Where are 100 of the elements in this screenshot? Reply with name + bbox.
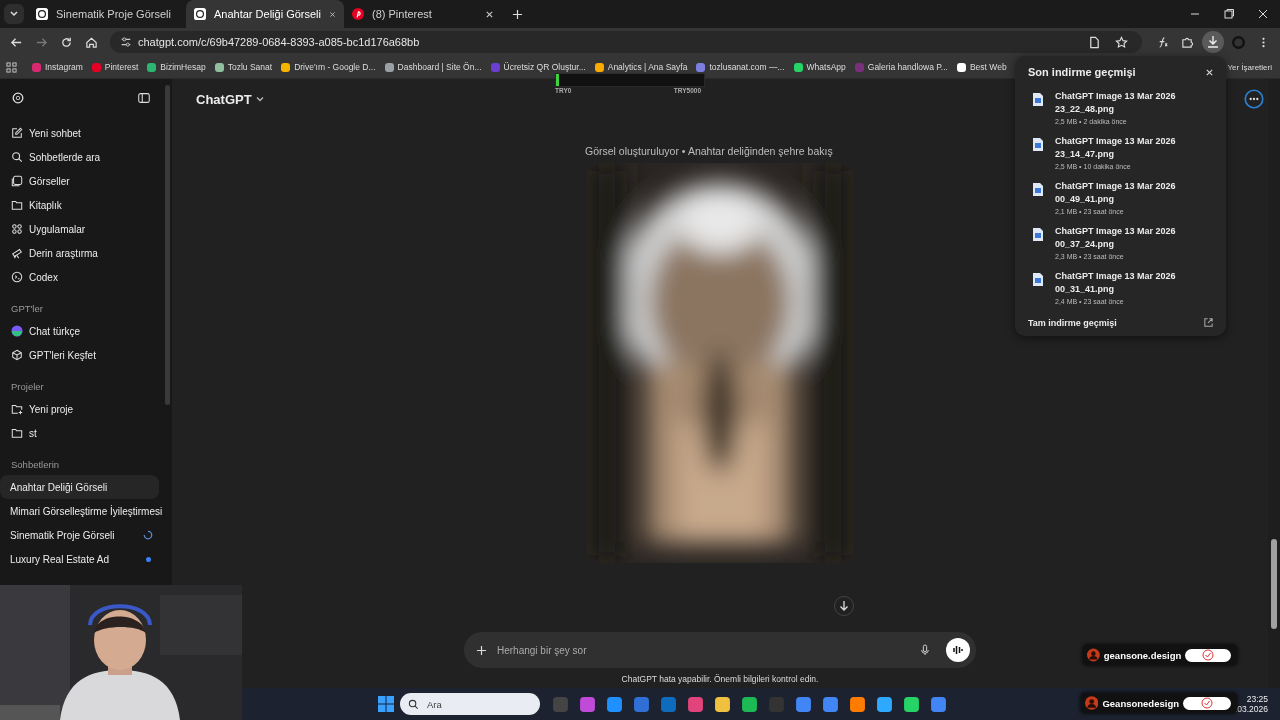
scrollbar-thumb[interactable] bbox=[1271, 539, 1277, 629]
home-icon[interactable] bbox=[85, 35, 98, 49]
apps-icon bbox=[11, 223, 23, 235]
taskbar-app-icon[interactable] bbox=[794, 695, 812, 713]
chatgpt-logo-icon[interactable] bbox=[11, 91, 25, 105]
sidebar-item[interactable]: st bbox=[0, 421, 165, 445]
clock-time: 23:25 bbox=[1246, 693, 1268, 704]
unread-dot-icon bbox=[146, 556, 151, 562]
sidebar-item[interactable]: Codex bbox=[0, 265, 165, 289]
open-external-icon[interactable] bbox=[1203, 317, 1214, 328]
full-history-link[interactable]: Tam indirme geçmişi bbox=[1028, 317, 1117, 328]
apps-grid-icon[interactable] bbox=[6, 61, 17, 73]
image-file-icon bbox=[1033, 93, 1043, 106]
taskbar-app-icon[interactable] bbox=[902, 695, 920, 713]
caret-icon bbox=[254, 94, 265, 104]
message-input[interactable]: Herhangi bir şey sor bbox=[495, 643, 912, 657]
search-bar[interactable]: Ara bbox=[399, 693, 540, 715]
sidebar-item[interactable]: Uygulamalar bbox=[0, 217, 165, 241]
sidebar-item[interactable]: Yeni sohbet bbox=[0, 121, 165, 145]
taskbar-app-icon[interactable] bbox=[875, 695, 893, 713]
close-icon[interactable] bbox=[1205, 67, 1214, 77]
telescope-icon bbox=[11, 247, 23, 259]
bookmark[interactable]: Galeria handlowa P... bbox=[854, 62, 948, 72]
sidebar-item[interactable]: Yeni proje bbox=[0, 397, 165, 421]
new-tab-icon[interactable] bbox=[512, 8, 523, 20]
download-item-link[interactable]: ChatGPT Image 13 Mar 2026 00_31_41.png bbox=[1055, 270, 1180, 296]
windows-start-icon[interactable] bbox=[377, 696, 394, 712]
all-bookmarks-link[interactable]: Yer İşaretleri bbox=[1227, 62, 1274, 72]
sidebar-toggle-icon[interactable] bbox=[137, 91, 151, 105]
more-options-icon[interactable] bbox=[1244, 89, 1264, 109]
restore-icon[interactable] bbox=[1223, 8, 1235, 20]
scroll-down-icon[interactable] bbox=[834, 596, 854, 616]
explore-icon bbox=[11, 349, 23, 361]
clock-date: .03.2026 bbox=[1234, 704, 1268, 715]
model-selector[interactable]: ChatGPT bbox=[196, 91, 265, 107]
bookmark[interactable]: Best Web bbox=[956, 62, 1007, 72]
bookmark[interactable]: WhatsApp bbox=[793, 62, 846, 72]
voice-mode-icon[interactable] bbox=[946, 638, 970, 662]
close-icon[interactable] bbox=[329, 9, 336, 19]
bookmark[interactable]: tozlusanat.com —... bbox=[696, 62, 785, 72]
folder-icon bbox=[11, 427, 23, 439]
download-icon[interactable] bbox=[1202, 31, 1224, 53]
sidebar-item[interactable]: Sohbetlerde ara bbox=[0, 145, 165, 169]
sidebar-item[interactable]: Kitaplık bbox=[0, 193, 165, 217]
image-file-icon bbox=[1033, 228, 1043, 241]
microphone-icon[interactable] bbox=[920, 644, 930, 656]
avatar-icon bbox=[1087, 648, 1100, 662]
bookmark[interactable]: BizimHesap bbox=[147, 62, 206, 72]
close-icon[interactable] bbox=[1257, 8, 1269, 20]
search-icon bbox=[407, 698, 419, 710]
download-item-link[interactable]: ChatGPT Image 13 Mar 2026 23_14_47.png bbox=[1055, 135, 1180, 161]
download-item-link[interactable]: ChatGPT Image 13 Mar 2026 23_22_48.png bbox=[1055, 90, 1180, 116]
site-settings-icon[interactable] bbox=[120, 36, 132, 48]
bookmark[interactable]: Pinterest bbox=[91, 62, 139, 72]
star-icon[interactable] bbox=[1115, 35, 1128, 49]
disclaimer-text: ChatGPT hata yapabilir. Önemli bilgileri kontrol edin. bbox=[621, 674, 819, 684]
images-icon bbox=[11, 175, 23, 187]
tab-list-button[interactable] bbox=[4, 4, 24, 24]
bookmark[interactable]: Analytics | Ana Sayfa bbox=[594, 62, 688, 72]
streamer-badge: geansone.design bbox=[1083, 645, 1237, 665]
sidebar-item[interactable]: Derin araştırma bbox=[0, 241, 165, 265]
chat-item[interactable]: Luxury Real Estate Ad bbox=[0, 547, 159, 571]
taskbar-app-icon[interactable] bbox=[578, 695, 596, 713]
composer-bar[interactable]: Herhangi bir şey sor bbox=[464, 632, 976, 668]
sidebar-item[interactable]: Görseller bbox=[0, 169, 165, 193]
taskbar-app-icon[interactable] bbox=[713, 695, 731, 713]
download-item-link[interactable]: ChatGPT Image 13 Mar 2026 00_49_41.png bbox=[1055, 180, 1180, 206]
bookmark[interactable]: Ücretsiz QR Oluştur... bbox=[490, 62, 586, 72]
reload-icon[interactable] bbox=[60, 35, 73, 49]
extensions-icon[interactable] bbox=[1181, 35, 1194, 49]
taskbar-app-icon[interactable] bbox=[740, 695, 758, 713]
chat-item[interactable]: Sinematik Proje Görseli bbox=[0, 523, 159, 547]
taskbar-app-icon[interactable] bbox=[686, 695, 704, 713]
bookmark[interactable]: Drive'ım - Google D... bbox=[281, 62, 376, 72]
taskbar-app-icon[interactable] bbox=[821, 695, 839, 713]
taskbar-app-icon[interactable] bbox=[848, 695, 866, 713]
browser-tab[interactable]: (8) Pinterest bbox=[344, 0, 502, 28]
address-bar[interactable]: chatgpt.com/c/69b47289-0684-8393-a085-bc1d176a68bb bbox=[110, 31, 1142, 53]
taskbar-app-icon[interactable] bbox=[929, 695, 947, 713]
search-field[interactable]: Ara bbox=[424, 697, 532, 711]
bookmark[interactable]: Tozlu Sanat bbox=[214, 62, 273, 72]
panel-title: Son indirme geçmişi bbox=[1028, 66, 1136, 78]
pinterest-logo-icon bbox=[352, 8, 364, 20]
bookmark[interactable]: Instagram bbox=[32, 62, 83, 72]
close-icon[interactable] bbox=[485, 9, 494, 19]
add-icon[interactable] bbox=[476, 644, 487, 656]
streamer-badge: Geansonedesign bbox=[1081, 693, 1237, 713]
scrollbar-thumb[interactable] bbox=[165, 85, 170, 405]
download-item-link[interactable]: ChatGPT Image 13 Mar 2026 00_37_24.png bbox=[1055, 225, 1180, 251]
sidebar-item[interactable]: GPT'leri Keşfet bbox=[0, 343, 165, 367]
browser-tab[interactable]: Anahtar Deliği Görseli bbox=[186, 0, 344, 28]
bookmark[interactable]: Dashboard | Site Ön... bbox=[384, 62, 482, 72]
sidebar-item[interactable]: Chat türkçe bbox=[0, 319, 165, 343]
newfolder-icon bbox=[11, 403, 23, 415]
image-status-text: Görsel oluşturuluyor • Anahtar deliğinden şehre bakış bbox=[585, 145, 834, 157]
taskbar-app-icon[interactable] bbox=[605, 695, 623, 713]
image-file-icon bbox=[1033, 138, 1043, 151]
page-icon[interactable] bbox=[1088, 35, 1101, 49]
chatgpt-logo-icon bbox=[36, 8, 48, 20]
chat-item[interactable]: Anahtar Deliği Görseli bbox=[0, 475, 159, 499]
